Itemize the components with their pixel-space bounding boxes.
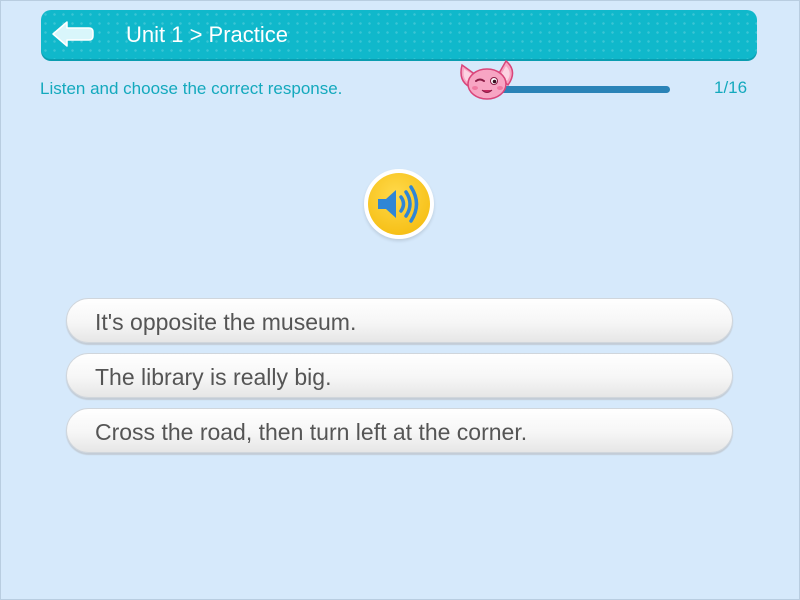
back-arrow-icon — [52, 21, 94, 47]
answer-option-2[interactable]: The library is really big. — [66, 353, 733, 398]
page-title: Unit 1 > Practice — [126, 22, 289, 47]
header-bar: Unit 1 > Practice — [41, 10, 757, 59]
answer-option-label: The library is really big. — [95, 364, 332, 390]
speaker-icon — [368, 173, 430, 235]
answer-options: It's opposite the museum. The library is… — [66, 298, 733, 463]
progress-counter: 1/16 — [714, 78, 748, 97]
answer-option-1[interactable]: It's opposite the museum. — [66, 298, 733, 343]
answer-option-3[interactable]: Cross the road, then turn left at the co… — [66, 408, 733, 453]
answer-option-label: Cross the road, then turn left at the co… — [95, 419, 528, 445]
back-button[interactable] — [51, 20, 95, 48]
answer-option-label: It's opposite the museum. — [95, 309, 357, 335]
instruction-text: Listen and choose the correct response. — [40, 79, 343, 98]
pink-mascot-icon — [456, 57, 518, 103]
play-audio-button[interactable] — [364, 169, 434, 239]
